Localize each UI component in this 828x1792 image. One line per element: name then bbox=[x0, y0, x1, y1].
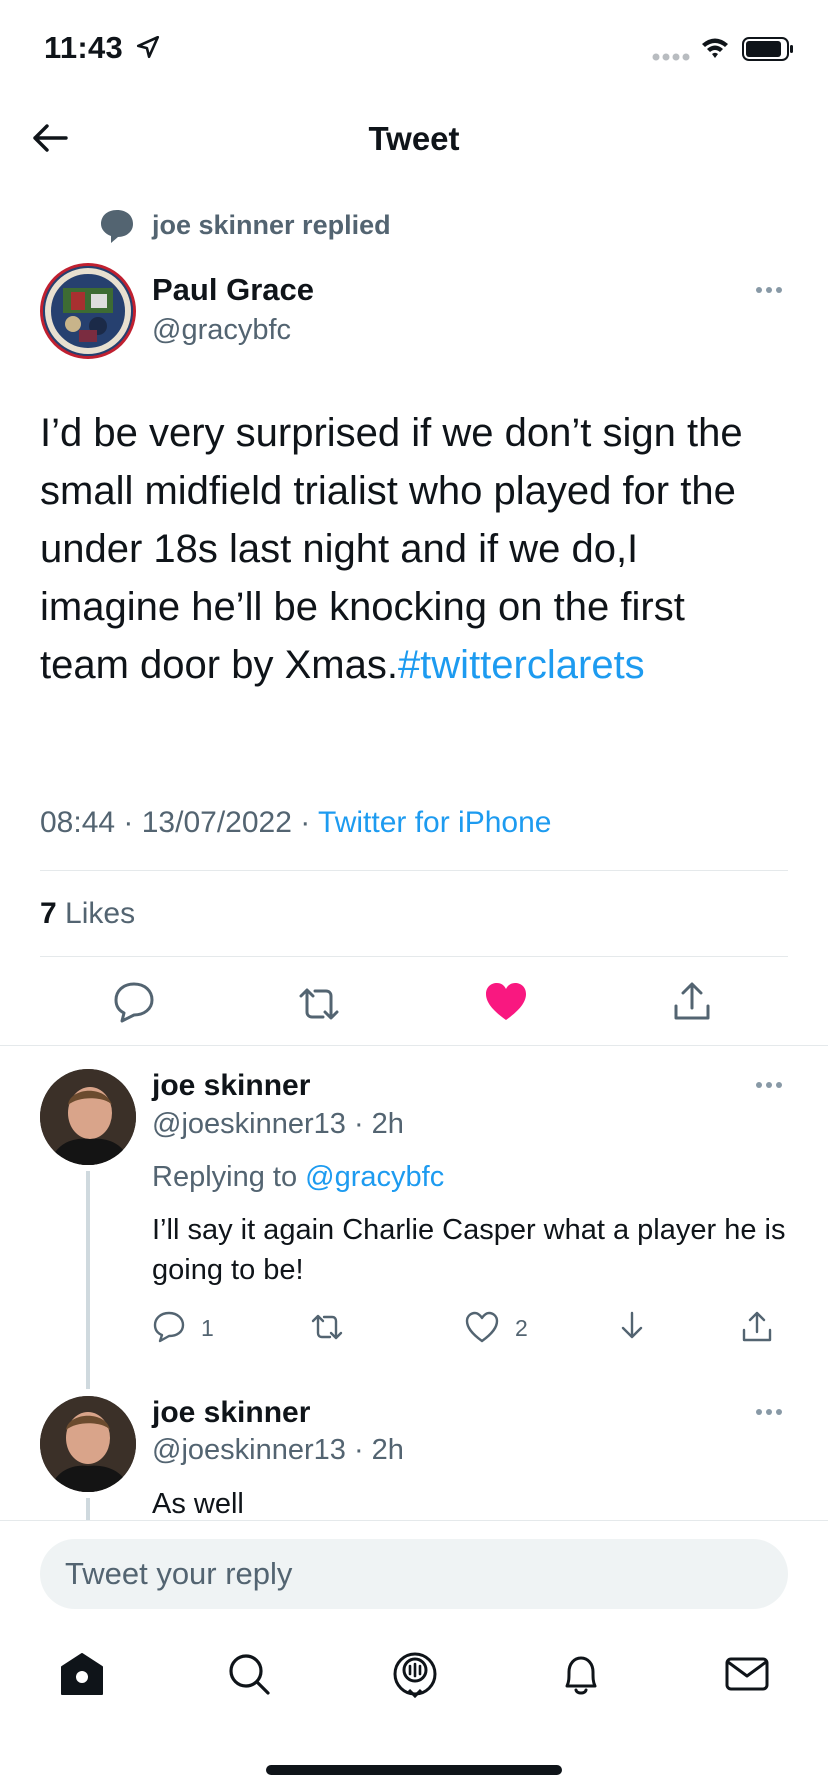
tweet-text: I’d be very surprised if we don’t sign t… bbox=[40, 404, 780, 694]
reply-author-name[interactable]: joe skinner bbox=[152, 1069, 310, 1103]
notifications-bell-icon[interactable] bbox=[557, 1650, 605, 1698]
author-handle[interactable]: @gracybfc bbox=[152, 314, 291, 347]
reply-count: 1 bbox=[201, 1315, 214, 1341]
retweet-icon[interactable] bbox=[297, 982, 341, 1026]
replying-to: Replying to @gracybfc bbox=[152, 1161, 445, 1193]
page-title: Tweet bbox=[368, 120, 460, 157]
spaces-icon[interactable] bbox=[391, 1650, 439, 1698]
share-icon[interactable] bbox=[670, 980, 714, 1024]
avatar[interactable] bbox=[40, 263, 136, 359]
like-heart-icon[interactable] bbox=[484, 980, 528, 1024]
divider bbox=[0, 1520, 828, 1521]
divider bbox=[40, 956, 788, 957]
more-options-icon[interactable] bbox=[754, 285, 784, 295]
reply-icon[interactable] bbox=[112, 980, 156, 1024]
avatar-image bbox=[40, 1069, 136, 1165]
share-icon[interactable] bbox=[740, 1310, 774, 1344]
messages-envelope-icon[interactable] bbox=[723, 1650, 771, 1698]
retweet-icon[interactable] bbox=[310, 1310, 344, 1344]
divider bbox=[0, 1045, 828, 1046]
like-heart-icon[interactable] bbox=[465, 1310, 499, 1344]
reply-input[interactable] bbox=[40, 1539, 788, 1609]
more-options-icon[interactable] bbox=[754, 1407, 784, 1417]
reply-text: As well bbox=[152, 1488, 244, 1518]
thread-line bbox=[86, 1171, 90, 1389]
reply-age: 2h bbox=[371, 1434, 404, 1466]
avatar[interactable] bbox=[40, 1069, 136, 1165]
avatar-image bbox=[40, 1396, 136, 1492]
reply-handle[interactable]: @joeskinner13 bbox=[152, 1108, 346, 1140]
tweet-source[interactable]: Twitter for iPhone bbox=[318, 806, 551, 839]
like-count: 2 bbox=[515, 1315, 528, 1341]
mention-link[interactable]: @gracybfc bbox=[305, 1161, 444, 1193]
location-arrow-icon bbox=[136, 35, 160, 59]
reply-age: 2h bbox=[371, 1108, 404, 1140]
reply-icon[interactable] bbox=[152, 1310, 186, 1344]
likes-count[interactable]: 7 Likes bbox=[40, 897, 135, 931]
hashtag-link[interactable]: #twitterclarets bbox=[398, 643, 645, 687]
avatar-image bbox=[43, 266, 133, 356]
tweet-meta: 08:44 · 13/07/2022 · Twitter for iPhone bbox=[40, 806, 552, 839]
battery-icon bbox=[742, 37, 793, 61]
avatar[interactable] bbox=[40, 1396, 136, 1492]
tweet-time: 08:44 bbox=[40, 806, 116, 839]
tweet-date: 13/07/2022 bbox=[141, 806, 292, 839]
download-icon[interactable] bbox=[615, 1310, 649, 1344]
wifi-icon bbox=[702, 38, 728, 58]
home-indicator[interactable] bbox=[266, 1765, 562, 1775]
home-icon[interactable] bbox=[58, 1650, 106, 1698]
reply-author-name[interactable]: joe skinner bbox=[152, 1396, 310, 1430]
replied-context[interactable]: joe skinner replied bbox=[152, 210, 391, 241]
thread-line bbox=[86, 1498, 90, 1520]
speech-bubble-icon bbox=[101, 210, 133, 243]
status-time: 11:43 bbox=[44, 30, 124, 65]
cellular-signal-icon bbox=[652, 53, 690, 61]
more-options-icon[interactable] bbox=[754, 1080, 784, 1090]
reply-handle-line: @joeskinner13 · 2h bbox=[152, 1108, 404, 1140]
reply-text: I’ll say it again Charlie Casper what a … bbox=[152, 1214, 786, 1286]
search-icon[interactable] bbox=[225, 1650, 273, 1698]
reply-handle[interactable]: @joeskinner13 bbox=[152, 1434, 346, 1466]
divider bbox=[40, 870, 788, 871]
author-name[interactable]: Paul Grace bbox=[152, 272, 314, 308]
reply-handle-line: @joeskinner13 · 2h bbox=[152, 1434, 404, 1466]
